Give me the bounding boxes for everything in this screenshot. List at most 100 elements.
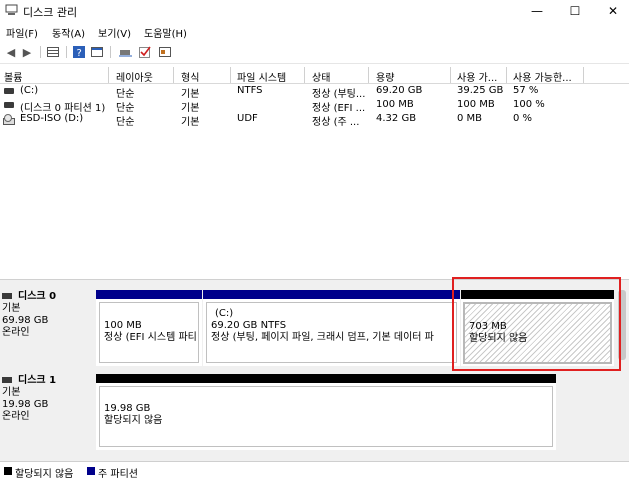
volume-list-header: 볼륨 레이아웃 형식 파일 시스템 상태 용량 사용 가... 사용 가능한..… (0, 67, 629, 84)
disk-status: 온라인 (2, 411, 30, 422)
toolbar-divider (66, 46, 67, 58)
partition-title (104, 308, 194, 320)
partition-info: 100 MB 정상 (EFI 시스템 파티 (99, 302, 199, 363)
column-divider[interactable] (583, 67, 584, 83)
volume-status: 정상 (EFI ... (312, 103, 366, 114)
toolbar-divider (110, 46, 111, 58)
partition-type-bar (203, 290, 460, 299)
volume-status: 정상 (부팅... (312, 89, 366, 100)
partition-c[interactable]: (C:) 69.20 GB NTFS 정상 (부팅, 페이지 파일, 크래시 덤… (203, 290, 460, 366)
maximize-button[interactable]: ☐ (556, 0, 594, 21)
disk-0-label[interactable]: 디스크 0 기본 69.98 GB 온라인 (2, 291, 92, 339)
column-header-capacity[interactable]: 용량 (376, 69, 446, 84)
volume-status: 정상 (주 ... (312, 117, 360, 128)
legend: 할당되지 않음 주 파티션 (0, 461, 629, 481)
partition-status: 정상 (EFI 시스템 파티 (104, 332, 197, 343)
toolbar: ◀ ▶ ? (0, 41, 629, 64)
partition-size: 19.98 GB (104, 403, 151, 414)
menu-action[interactable]: 동작(A) (52, 25, 85, 40)
volume-capacity: 100 MB (376, 99, 414, 110)
menu-help[interactable]: 도움말(H) (144, 25, 187, 40)
disk-type: 기본 (2, 387, 21, 398)
disk-status: 온라인 (2, 327, 30, 338)
list-view-icon[interactable] (46, 45, 60, 59)
volume-name: (디스크 0 파티션 1) (20, 103, 106, 114)
volume-layout: 단순 (116, 117, 135, 128)
volume-name: (C:) (20, 85, 39, 96)
disk-name: 디스크 0 (18, 291, 57, 302)
volume-percent-free: 57 % (513, 85, 539, 96)
volume-type: 기본 (181, 117, 200, 128)
legend-swatch-unallocated (4, 467, 12, 475)
volume-percent-free: 0 % (513, 113, 533, 124)
volume-free-space: 0 MB (457, 113, 483, 124)
help-icon[interactable]: ? (72, 45, 86, 59)
forward-arrow-icon[interactable]: ▶ (20, 45, 34, 59)
menu-file[interactable]: 파일(F) (6, 25, 38, 40)
column-divider[interactable] (230, 67, 231, 83)
volume-type: 기본 (181, 89, 200, 100)
column-divider[interactable] (108, 67, 109, 83)
menu-view[interactable]: 보기(V) (98, 25, 131, 40)
partition-size: 69.20 GB NTFS (211, 320, 287, 331)
column-header-layout[interactable]: 레이아웃 (116, 69, 171, 84)
disk-name: 디스크 1 (18, 375, 57, 386)
settings-panel-icon[interactable] (158, 45, 172, 59)
volume-filesystem: UDF (237, 113, 258, 124)
volume-capacity: 69.20 GB (376, 85, 423, 96)
disk-icon (2, 377, 12, 383)
volume-row[interactable]: ESD-ISO (D:) 단순 기본 UDF 정상 (주 ... 4.32 GB… (0, 113, 629, 128)
disk-1-label[interactable]: 디스크 1 기본 19.98 GB 온라인 (2, 375, 92, 423)
partition-info: (C:) 69.20 GB NTFS 정상 (부팅, 페이지 파일, 크래시 덤… (206, 302, 457, 363)
column-divider[interactable] (368, 67, 369, 83)
partition-status: 할당되지 않음 (104, 415, 163, 426)
menu-bar: 파일(F) 동작(A) 보기(V) 도움말(H) (0, 22, 629, 40)
disk-icon (2, 293, 12, 299)
partition-unallocated[interactable]: 19.98 GB 할당되지 않음 (96, 374, 556, 450)
volume-free-space: 39.25 GB (457, 85, 504, 96)
volume-row[interactable]: (디스크 0 파티션 1) 단순 기본 정상 (EFI ... 100 MB 1… (0, 99, 629, 114)
volume-layout: 단순 (116, 89, 135, 100)
volume-row[interactable]: (C:) 단순 기본 NTFS 정상 (부팅... 69.20 GB 39.25… (0, 85, 629, 100)
volume-percent-free: 100 % (513, 99, 545, 110)
volume-capacity: 4.32 GB (376, 113, 417, 124)
connect-drive-icon[interactable] (118, 45, 132, 59)
column-divider[interactable] (450, 67, 451, 83)
volume-list-empty-area (0, 130, 629, 278)
column-divider[interactable] (506, 67, 507, 83)
partition-efi[interactable]: 100 MB 정상 (EFI 시스템 파티 (96, 290, 202, 366)
partition-info: 19.98 GB 할당되지 않음 (99, 386, 553, 447)
volume-free-space: 100 MB (457, 99, 495, 110)
close-button[interactable]: ✕ (594, 0, 629, 21)
toolbar-divider (40, 46, 41, 58)
column-header-volume[interactable]: 볼륨 (4, 69, 104, 84)
optical-drive-icon (3, 114, 15, 125)
window-title: 디스크 관리 (23, 6, 78, 19)
column-divider[interactable] (304, 67, 305, 83)
properties-icon[interactable] (90, 45, 104, 59)
volume-layout: 단순 (116, 103, 135, 114)
column-header-status[interactable]: 상태 (312, 69, 367, 84)
disk-size: 19.98 GB (2, 399, 49, 410)
column-header-percent-free[interactable]: 사용 가능한... (513, 69, 581, 84)
checkmark-icon[interactable] (138, 45, 152, 59)
legend-label-primary: 주 파티션 (98, 469, 138, 480)
disk-management-icon (5, 4, 18, 15)
legend-label-unallocated: 할당되지 않음 (15, 469, 74, 480)
partition-status: 정상 (부팅, 페이지 파일, 크래시 덤프, 기본 데이터 파 (211, 332, 434, 343)
partition-title: (C:) (215, 308, 234, 319)
title-bar: 디스크 관리 — ☐ ✕ (0, 0, 629, 21)
partition-size: 100 MB (104, 320, 142, 331)
column-header-free-space[interactable]: 사용 가... (457, 69, 503, 84)
column-header-filesystem[interactable]: 파일 시스템 (237, 69, 305, 84)
disk-size: 69.98 GB (2, 315, 49, 326)
column-divider[interactable] (173, 67, 174, 83)
svg-text:?: ? (77, 48, 82, 58)
drive-icon (4, 88, 14, 94)
minimize-button[interactable]: — (518, 0, 556, 21)
volume-name: ESD-ISO (D:) (20, 113, 84, 124)
partition-type-bar (96, 290, 202, 299)
column-header-type[interactable]: 형식 (181, 69, 231, 84)
volume-type: 기본 (181, 103, 200, 114)
back-arrow-icon[interactable]: ◀ (4, 45, 18, 59)
